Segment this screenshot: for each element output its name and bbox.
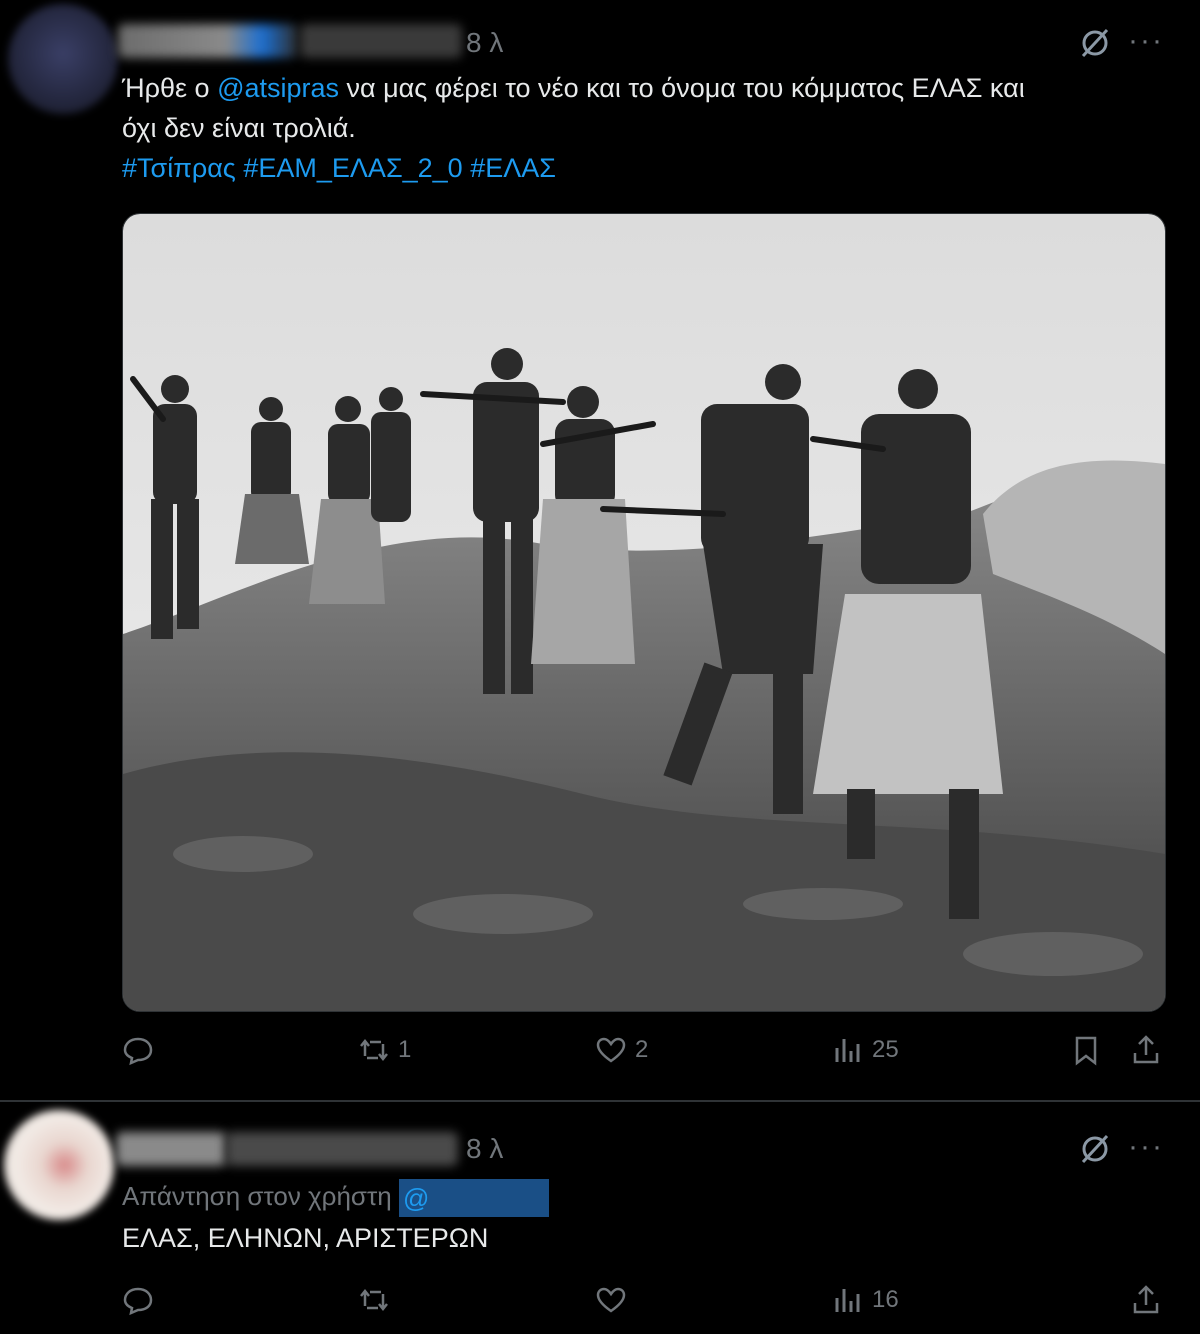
hashtag-link[interactable]: #Τσίπρας (122, 153, 236, 183)
reply-button[interactable] (122, 1034, 154, 1066)
reply-context: Απάντηση στον χρήστη @ (122, 1176, 549, 1218)
share-button[interactable] (1130, 1284, 1162, 1316)
tweet-text: ΕΛΑΣ, ΕΛΗΝΩΝ, ΑΡΙΣΤΕΡΩΝ (122, 1223, 489, 1253)
repost-count: 1 (398, 1036, 412, 1063)
tweet-2[interactable]: 8 λ ··· Απάντηση στον χρήστη @ ΕΛΑΣ, ΕΛΗ… (0, 1102, 1200, 1316)
like-button[interactable]: 2 (595, 1034, 648, 1066)
repost-icon (360, 1038, 388, 1062)
tweet-time[interactable]: 8 λ (466, 27, 503, 59)
views-count: 25 (872, 1036, 899, 1063)
author-handle-blurred[interactable] (300, 24, 462, 58)
reply-icon (123, 1037, 153, 1066)
views-button[interactable]: 25 (832, 1034, 899, 1066)
more-icon[interactable]: ··· (1128, 1130, 1164, 1164)
repost-button[interactable] (358, 1284, 390, 1316)
author-name-blurred[interactable] (116, 1132, 226, 1166)
avatar[interactable] (8, 4, 118, 114)
text-prefix: Ήρθε ο (122, 73, 218, 103)
reply-to-handle[interactable]: @ (398, 1179, 549, 1218)
share-icon (1133, 1285, 1159, 1314)
author-handle-blurred[interactable] (226, 1132, 458, 1166)
bookmark-button[interactable] (1070, 1034, 1102, 1066)
views-count: 16 (872, 1286, 899, 1313)
avatar[interactable] (4, 1110, 114, 1220)
tweet-text: Ήρθε ο @atsipras να μας φέρει το νέο και… (122, 68, 1182, 188)
more-icon[interactable]: ··· (1128, 24, 1164, 58)
like-icon (596, 1037, 626, 1063)
repost-icon (360, 1288, 388, 1312)
bookmark-icon (1075, 1036, 1097, 1066)
text-suffix: να μας φέρει το νέο και το όνομα του κόμ… (339, 73, 1025, 103)
tweet-actions: 1 2 25 (0, 1034, 1200, 1084)
tweet-photo[interactable] (122, 213, 1166, 1012)
reply-icon (123, 1287, 153, 1316)
like-count: 2 (635, 1036, 649, 1063)
views-button[interactable]: 16 (832, 1284, 899, 1316)
views-icon (835, 1039, 860, 1062)
tweet-1[interactable]: 8 λ ··· Ήρθε ο @atsipras να μας φέρει το… (0, 0, 1200, 1100)
like-button[interactable] (595, 1284, 627, 1316)
grok-icon[interactable] (1078, 26, 1112, 60)
grok-icon[interactable] (1078, 1132, 1112, 1166)
reply-button[interactable] (122, 1284, 154, 1316)
tweet-time[interactable]: 8 λ (466, 1133, 503, 1165)
text-line-2: όχι δεν είναι τρολιά. (122, 113, 356, 143)
hashtag-link[interactable]: #ΕΛΑΣ (470, 153, 556, 183)
hashtag-link[interactable]: #ΕΑΜ_ΕΛΑΣ_2_0 (243, 153, 462, 183)
share-button[interactable] (1130, 1034, 1162, 1066)
reply-to-label: Απάντηση στον χρήστη (122, 1181, 392, 1211)
repost-button[interactable]: 1 (358, 1034, 411, 1066)
tweet-actions: 16 (0, 1284, 1200, 1334)
views-icon (835, 1289, 860, 1312)
mention-link[interactable]: @atsipras (217, 73, 339, 103)
like-icon (596, 1287, 626, 1313)
share-icon (1133, 1035, 1159, 1064)
author-name-blurred[interactable] (118, 24, 298, 58)
